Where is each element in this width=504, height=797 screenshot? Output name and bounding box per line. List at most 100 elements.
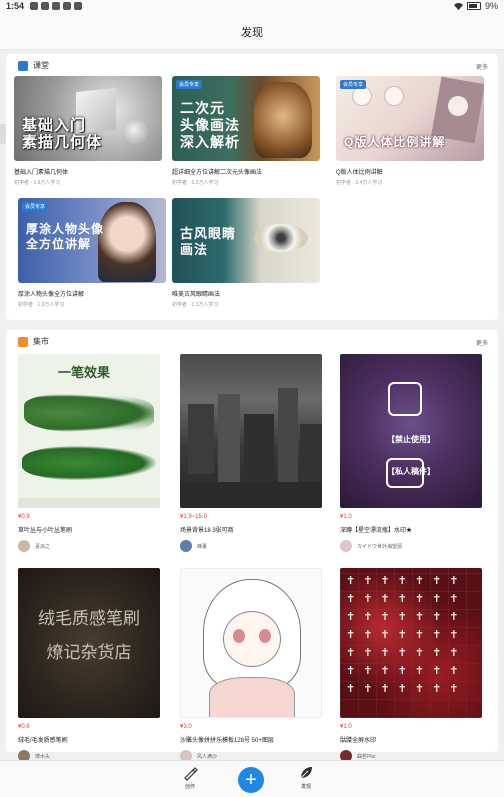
item-price: ¥1.0	[340, 724, 352, 730]
course-card[interactable]: 会员专享 Q版人体比例讲解 Q版人体比例讲解 初学者 · 3.4万人学习	[336, 76, 484, 186]
course-name: 超详细全方位讲解二次元头像画法	[172, 170, 263, 176]
section-header: 课堂	[18, 60, 49, 71]
bottom-nav: 创作 + 发现	[0, 760, 504, 797]
course-thumbnail: 古风眼睛 画法	[172, 198, 320, 283]
member-badge: 会员专享	[176, 80, 203, 89]
course-thumbnail: 会员专享 厚涂人物头像 全方位讲解	[18, 198, 166, 283]
market-item[interactable]: ✝✝✝✝✝✝✝ ✝✝✝✝✝✝✝ ✝✝✝✝✝✝✝ ✝✝✝✝✝✝✝ ✝✝✝✝✝✝✝ …	[340, 568, 482, 762]
seller-name: 燎木头	[35, 753, 51, 760]
seller-name: カイドウ世外海望源	[357, 543, 403, 550]
item-price: ¥1.9~15.0	[180, 514, 207, 520]
course-card[interactable]: 古风眼睛 画法 唯美古风眼睛画法 初学者 · 1.3万人学习	[172, 198, 320, 308]
section-title: 课堂	[33, 61, 49, 70]
battery-icon	[466, 2, 481, 10]
seller-row[interactable]: 峰董	[180, 540, 322, 552]
status-bar: 1:54 9%	[0, 0, 504, 14]
course-overlay-text: 二次元 头像画法 深入解析	[180, 100, 240, 150]
course-overlay-text: 古风眼睛 画法	[180, 226, 237, 257]
course-meta: 初学者 · 3.4万人学习	[336, 180, 383, 186]
nav-discover-label: 发现	[300, 784, 311, 790]
course-overlay-text: 基础入门 素描几何体	[22, 117, 103, 151]
market-icon	[18, 336, 28, 347]
item-name: 绒毛/毛发质感笔刷	[18, 738, 68, 744]
item-thumbnail: 绒毛质感笔刷 燎记杂货店	[18, 568, 160, 718]
item-name: 场景背景18 3张可商	[180, 528, 234, 534]
brush-icon	[184, 767, 198, 781]
market-item[interactable]: ¥3.0 沙雕头像拼拼乐模板128号 50+图层 风人满沙	[180, 568, 322, 762]
market-section: 集市 更多 一笔效果 ¥0.9 草叶丛与小叶丛笔刷 喜派之 ¥1.9~15.0 …	[6, 330, 498, 762]
item-price: ¥0.9	[18, 514, 30, 520]
nav-create[interactable]: 创作	[160, 765, 220, 790]
item-name: 沙雕头像拼拼乐模板128号 50+图层	[180, 738, 274, 744]
app-header: 发现	[0, 14, 504, 50]
course-meta: 初学者 · 1.8万人学习	[14, 180, 61, 186]
status-right: 9%	[453, 1, 498, 11]
seller-name: 曲哲Plei	[357, 753, 376, 760]
course-overlay-text: 厚涂人物头像 全方位讲解	[26, 222, 105, 251]
item-price: ¥1.0	[340, 514, 352, 520]
notification-icon	[41, 2, 49, 10]
item-thumbnail: 【禁止使用】 【私人稿件】	[340, 354, 482, 508]
item-price: ¥0.6	[18, 724, 30, 730]
section-header: 集市	[18, 336, 49, 347]
battery-level: 9%	[484, 1, 498, 11]
notification-icon	[74, 2, 82, 10]
course-card[interactable]: 基础入门 素描几何体 基础入门素描几何体 初学者 · 1.8万人学习	[14, 76, 162, 186]
seller-row[interactable]: カイドウ世外海望源	[340, 540, 482, 552]
seller-name: 喜派之	[35, 543, 51, 550]
course-meta: 初学者 · 1.6万人学习	[18, 302, 65, 308]
course-thumbnail: 基础入门 素描几何体	[14, 76, 162, 161]
item-thumbnail: 一笔效果	[18, 354, 160, 508]
classroom-icon	[18, 60, 28, 71]
add-button[interactable]: +	[238, 767, 264, 793]
nav-discover[interactable]: 发现	[276, 765, 336, 790]
notification-icon	[30, 2, 38, 10]
course-name: 基础入门素描几何体	[14, 170, 69, 176]
leaf-icon	[300, 767, 312, 779]
course-name: Q版人体比例讲解	[336, 170, 383, 176]
course-thumbnail: 会员专享 二次元 头像画法 深入解析	[172, 76, 320, 161]
member-badge: 会员专享	[340, 80, 367, 89]
watermark-pattern: ✝✝✝✝✝✝✝ ✝✝✝✝✝✝✝ ✝✝✝✝✝✝✝ ✝✝✝✝✝✝✝ ✝✝✝✝✝✝✝ …	[346, 575, 467, 695]
market-item[interactable]: 绒毛质感笔刷 燎记杂货店 ¥0.6 绒毛/毛发质感笔刷 燎木头	[18, 568, 160, 762]
course-thumbnail: 会员专享 Q版人体比例讲解	[336, 76, 484, 161]
wifi-icon	[453, 3, 463, 10]
course-card[interactable]: 会员专享 厚涂人物头像 全方位讲解 厚涂人物头像全方位讲解 初学者 · 1.6万…	[18, 198, 166, 308]
item-thumbnail	[180, 354, 322, 508]
market-item[interactable]: 【禁止使用】 【私人稿件】 ¥1.0 深蹲【星空漂流瓶】水印★ カイドウ世外海望…	[340, 354, 482, 552]
status-time: 1:54	[6, 1, 25, 11]
seller-avatar	[18, 540, 30, 552]
seller-name: 风人满沙	[197, 753, 218, 760]
item-name: 草叶丛与小叶丛笔刷	[18, 528, 73, 534]
market-item[interactable]: 一笔效果 ¥0.9 草叶丛与小叶丛笔刷 喜派之	[18, 354, 160, 552]
page-title: 发现	[241, 26, 263, 39]
notification-icons	[30, 2, 82, 10]
seller-row[interactable]: 喜派之	[18, 540, 160, 552]
market-more-link[interactable]: 更多	[476, 338, 488, 347]
item-price: ¥3.0	[180, 724, 192, 730]
notification-icon	[63, 2, 71, 10]
course-meta: 初学者 · 1.3万人学习	[172, 302, 219, 308]
member-badge: 会员专享	[22, 202, 49, 211]
item-thumbnail: ✝✝✝✝✝✝✝ ✝✝✝✝✝✝✝ ✝✝✝✝✝✝✝ ✝✝✝✝✝✝✝ ✝✝✝✝✝✝✝ …	[340, 568, 482, 718]
classroom-more-link[interactable]: 更多	[476, 62, 488, 71]
seller-name: 峰董	[197, 543, 208, 550]
market-item[interactable]: ¥1.9~15.0 场景背景18 3张可商 峰董	[180, 354, 322, 552]
course-overlay-text: Q版人体比例讲解	[344, 135, 446, 149]
item-name: 骷髅全屏水印	[340, 738, 377, 744]
item-art-text: 一笔效果	[58, 365, 111, 380]
course-meta: 初学者 · 5.3万人学习	[172, 180, 219, 186]
course-card[interactable]: 会员专享 二次元 头像画法 深入解析 超详细全方位讲解二次元头像画法 初学者 ·…	[172, 76, 320, 186]
course-name: 厚涂人物头像全方位讲解	[18, 292, 85, 298]
classroom-section: 课堂 更多 基础入门 素描几何体 基础入门素描几何体 初学者 · 1.8万人学习…	[6, 54, 498, 320]
plus-icon: +	[245, 769, 257, 791]
item-art-text: 【禁止使用】 【私人稿件】	[387, 435, 435, 476]
notification-icon	[52, 2, 60, 10]
nav-create-label: 创作	[184, 784, 195, 790]
seller-avatar	[340, 540, 352, 552]
course-name: 唯美古风眼睛画法	[172, 292, 221, 298]
item-thumbnail	[180, 568, 322, 718]
item-art-text: 绒毛质感笔刷 燎记杂货店	[38, 609, 140, 662]
section-title: 集市	[33, 337, 49, 346]
seller-avatar	[180, 540, 192, 552]
